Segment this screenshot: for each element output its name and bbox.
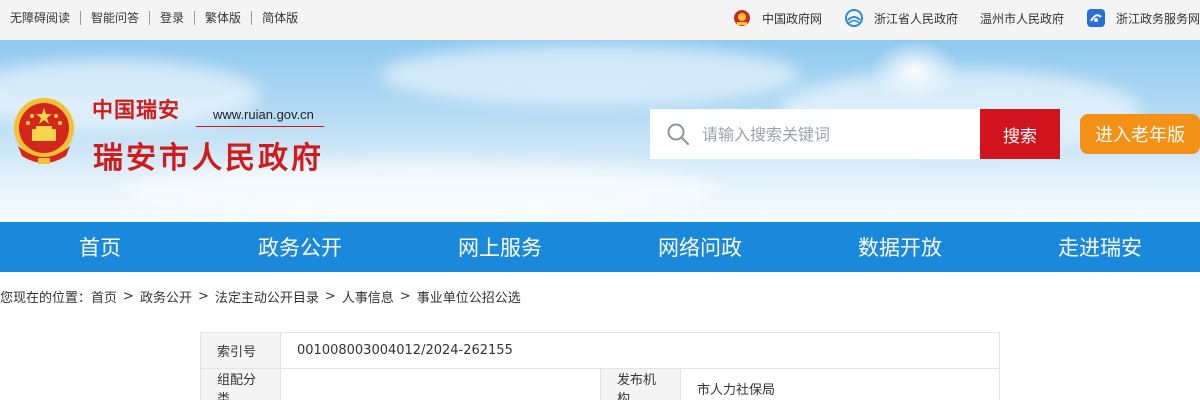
logo-underline [196, 126, 324, 127]
traditional-chinese-link[interactable]: 繁体版 [205, 9, 241, 26]
national-emblem-logo[interactable] [10, 96, 78, 168]
site-name[interactable]: 瑞安市人民政府 [93, 133, 324, 177]
index-number-label: 索引号 [200, 332, 281, 369]
breadcrumb-prefix: 您现在的位置： [0, 291, 92, 306]
search-box [650, 109, 980, 159]
category-label: 组配分类 [200, 368, 281, 400]
breadcrumb-separator: > [123, 289, 134, 304]
breadcrumb-item-government-affairs[interactable]: 政务公开 [140, 287, 192, 306]
zhejiang-gov-label: 浙江省人民政府 [873, 11, 958, 26]
zhejiang-logo-icon [844, 9, 863, 27]
nav-government-affairs[interactable]: 政务公开 [200, 222, 400, 272]
breadcrumb-item-home[interactable]: 首页 [91, 287, 117, 306]
elder-version-button[interactable]: 进入老年版 [1080, 114, 1200, 154]
search-input[interactable] [702, 109, 972, 159]
document-info-table: 索引号 001008003004012/2024-262155 组配分类 发布机… [200, 332, 1000, 400]
search-icon [667, 123, 690, 146]
logo-top-text: 中国瑞安 [92, 97, 180, 122]
login-link[interactable]: 登录 [160, 9, 184, 26]
divider [149, 10, 151, 25]
breadcrumb-item-public-recruitment[interactable]: 事业单位公招公选 [417, 287, 521, 306]
smart-qa-link[interactable]: 智能问答 [91, 9, 139, 26]
nav-online-inquiry[interactable]: 网络问政 [600, 222, 800, 272]
wenzhou-gov-label: 温州市人民政府 [979, 11, 1064, 26]
breadcrumb-separator: > [197, 289, 209, 304]
zhejiang-gov-link[interactable]: 浙江省人民政府 [844, 8, 958, 28]
nav-home[interactable]: 首页 [0, 222, 200, 272]
header-banner: 中国瑞安 www.ruian.gov.cn 瑞安市人民政府 搜索 进入老年版 [0, 40, 1200, 222]
table-row: 索引号 001008003004012/2024-262155 [200, 332, 1000, 369]
divider [251, 10, 253, 25]
gov-cn-link[interactable]: 中国政府网 [732, 8, 822, 28]
breadcrumb-item-disclosure-catalog[interactable]: 法定主动公开目录 [215, 287, 319, 306]
table-row: 组配分类 发布机构 市人力社保局 [200, 368, 1000, 400]
simplified-chinese-link[interactable]: 简体版 [262, 9, 298, 26]
partner-links: 中国政府网 浙江省人民政府 温州市人民政府 浙江政务服务网 [710, 8, 1200, 28]
cloud-decoration [380, 45, 800, 105]
zjzwfw-link[interactable]: 浙江政务服务网 [1086, 8, 1200, 28]
top-utility-bar: 无障碍阅读 智能问答 登录 繁体版 简体版 中国政府网 浙江省人民政府 温州市人… [0, 0, 1200, 40]
publisher-label: 发布机构 [600, 368, 681, 400]
breadcrumb-separator: > [399, 289, 411, 304]
site-url: www.ruian.gov.cn [213, 107, 314, 122]
nav-about-ruian[interactable]: 走进瑞安 [1000, 222, 1200, 272]
gov-cn-label: 中国政府网 [761, 11, 822, 26]
breadcrumb-separator: > [324, 289, 336, 304]
nav-online-services[interactable]: 网上服务 [400, 222, 600, 272]
zwfw-logo-icon [1086, 9, 1105, 27]
accessibility-reading-link[interactable]: 无障碍阅读 [10, 9, 70, 26]
divider [80, 10, 82, 25]
category-value [280, 368, 601, 400]
nav-open-data[interactable]: 数据开放 [800, 222, 1000, 272]
utility-links: 无障碍阅读 智能问答 登录 繁体版 简体版 [10, 9, 298, 26]
breadcrumb: 您现在的位置： 首页 > 政务公开 > 法定主动公开目录 > 人事信息 > 事业… [0, 287, 521, 306]
search-button[interactable]: 搜索 [980, 109, 1060, 159]
sun-flare-decoration [870, 40, 960, 100]
national-emblem-icon [733, 10, 750, 26]
divider [194, 10, 196, 25]
zjzwfw-label: 浙江政务服务网 [1115, 11, 1200, 26]
breadcrumb-item-personnel-info[interactable]: 人事信息 [342, 287, 394, 306]
main-nav: 首页 政务公开 网上服务 网络问政 数据开放 走进瑞安 [0, 222, 1200, 272]
wenzhou-gov-link[interactable]: 温州市人民政府 [980, 10, 1064, 27]
index-number-value: 001008003004012/2024-262155 [280, 332, 1000, 369]
publisher-value: 市人力社保局 [680, 368, 1000, 400]
